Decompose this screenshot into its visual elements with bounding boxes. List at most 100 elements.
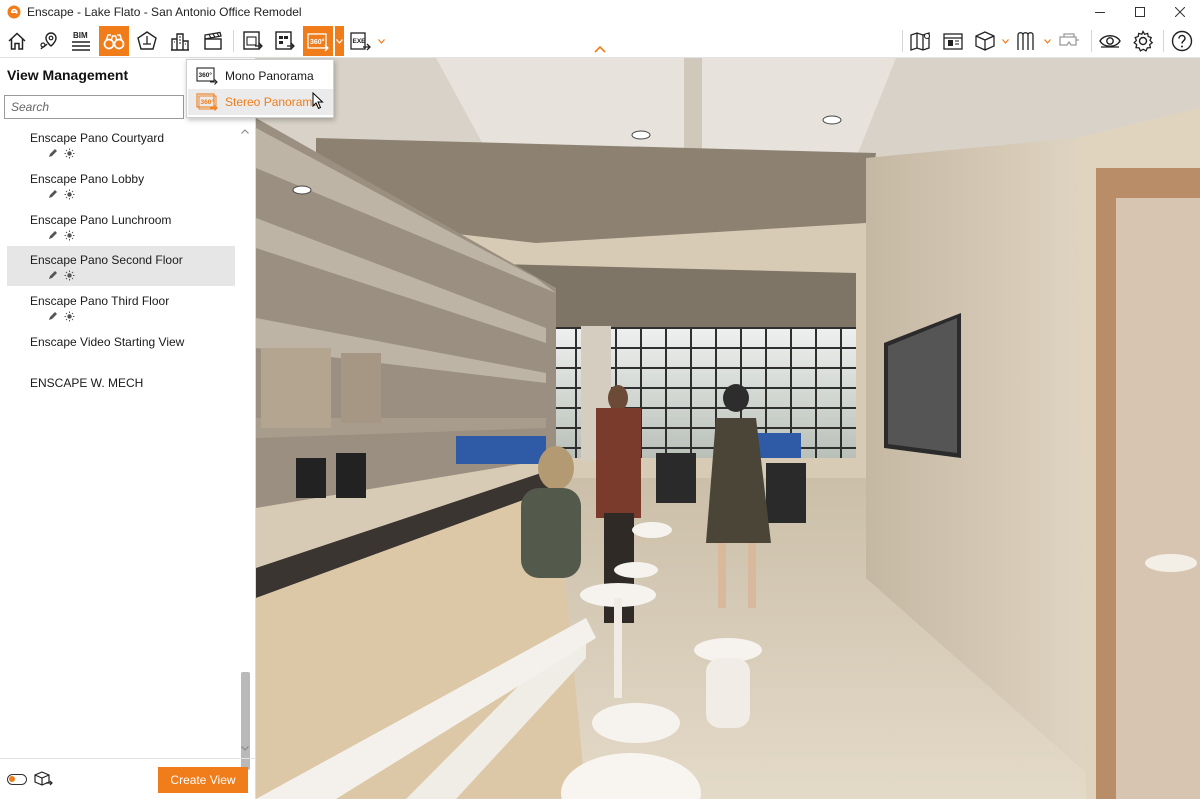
export-icon: EXE bbox=[350, 32, 371, 51]
map-button[interactable] bbox=[906, 26, 936, 56]
maximize-button[interactable] bbox=[1120, 0, 1160, 24]
view-item-label: Enscape Pano Courtyard bbox=[30, 131, 165, 145]
mono-panorama-label: Mono Panorama bbox=[225, 69, 314, 83]
eye-icon bbox=[1099, 35, 1121, 48]
mouse-cursor-icon bbox=[312, 92, 324, 110]
sun-icon[interactable] bbox=[64, 270, 75, 281]
mono-panorama-option[interactable]: 360° Mono Panorama bbox=[188, 63, 333, 89]
clipboard-button[interactable] bbox=[938, 26, 968, 56]
view-item-label: Enscape Pano Second Floor bbox=[30, 253, 183, 267]
svg-text:360°: 360° bbox=[201, 98, 215, 106]
view-list-scrollbar[interactable] bbox=[238, 124, 252, 770]
pencil-icon[interactable] bbox=[48, 230, 58, 240]
chevron-down-icon bbox=[378, 38, 385, 44]
view-management-panel: View Management Enscape Pano Courtyard E… bbox=[0, 58, 256, 799]
video-editor-icon bbox=[204, 31, 222, 50]
toolbar-separator bbox=[902, 30, 903, 52]
material-dropdown-caret[interactable] bbox=[1043, 26, 1052, 56]
home-icon bbox=[8, 32, 26, 50]
home-button[interactable] bbox=[2, 26, 32, 56]
view-item[interactable]: Enscape Pano Courtyard bbox=[7, 124, 235, 164]
view-item[interactable]: Enscape Pano Lunchroom bbox=[7, 206, 235, 246]
toolbar-separator bbox=[1091, 30, 1092, 52]
bim-icon: BIM bbox=[72, 31, 90, 51]
chevron-down-icon bbox=[1044, 38, 1051, 44]
view-item-selected[interactable]: Enscape Pano Second Floor bbox=[7, 246, 235, 286]
view-list: Enscape Pano Courtyard Enscape Pano Lobb… bbox=[0, 124, 238, 756]
clipboard-icon bbox=[943, 33, 963, 50]
panel-title: View Management bbox=[7, 67, 129, 83]
video-editor-button[interactable] bbox=[198, 26, 228, 56]
screenshot-icon bbox=[243, 31, 263, 50]
location-button[interactable] bbox=[34, 26, 64, 56]
settings-button[interactable] bbox=[1128, 26, 1158, 56]
stereo-panorama-icon: 360° bbox=[196, 93, 218, 111]
create-view-button[interactable]: Create View bbox=[158, 767, 248, 793]
scrollbar-thumb[interactable] bbox=[241, 672, 250, 770]
panorama-dropdown-caret[interactable] bbox=[335, 26, 344, 56]
view-item-label: Enscape Video Starting View bbox=[30, 335, 185, 349]
toolbar-separator bbox=[233, 30, 234, 52]
export-dropdown-caret[interactable] bbox=[377, 26, 386, 56]
asset-library-icon bbox=[171, 33, 189, 51]
search-input[interactable] bbox=[4, 95, 184, 119]
toggle-knob bbox=[9, 776, 15, 782]
pencil-icon[interactable] bbox=[48, 189, 58, 199]
bim-button[interactable]: BIM bbox=[66, 26, 96, 56]
collapse-toolbar-chevron-icon[interactable] bbox=[593, 44, 607, 54]
material-button[interactable] bbox=[1012, 26, 1042, 56]
asset-library-button[interactable] bbox=[165, 26, 195, 56]
view-item-label: Enscape Pano Third Floor bbox=[30, 294, 170, 308]
export-button[interactable]: EXE bbox=[346, 26, 376, 56]
material-icon bbox=[1017, 32, 1034, 50]
scroll-down-arrow[interactable] bbox=[240, 743, 250, 753]
panorama-button[interactable]: 360° bbox=[303, 26, 333, 56]
vr-headset-button[interactable] bbox=[1054, 26, 1084, 56]
help-button[interactable] bbox=[1167, 26, 1197, 56]
scroll-up-arrow[interactable] bbox=[240, 126, 250, 136]
view-item-label: Enscape Pano Lobby bbox=[30, 172, 145, 186]
chevron-up-icon bbox=[241, 128, 249, 134]
cube-dropdown-caret[interactable] bbox=[1001, 26, 1010, 56]
window-title: Enscape - Lake Flato - San Antonio Offic… bbox=[27, 5, 302, 19]
pencil-icon[interactable] bbox=[48, 270, 58, 280]
visual-settings-button[interactable] bbox=[1095, 26, 1125, 56]
help-icon bbox=[1171, 30, 1193, 52]
binoculars-icon bbox=[103, 34, 125, 50]
panel-footer: Create View bbox=[0, 758, 256, 799]
view-item[interactable]: Enscape Pano Lobby bbox=[7, 165, 235, 205]
sun-icon[interactable] bbox=[64, 230, 75, 241]
chevron-down-icon bbox=[1002, 38, 1009, 44]
sun-icon[interactable] bbox=[64, 148, 75, 159]
minimize-button[interactable] bbox=[1080, 0, 1120, 24]
view-item[interactable]: Enscape Pano Third Floor bbox=[7, 287, 235, 327]
stereo-panorama-label: Stereo Panorama bbox=[225, 95, 320, 109]
export-views-icon[interactable] bbox=[33, 770, 53, 788]
pencil-icon[interactable] bbox=[48, 311, 58, 321]
views-button[interactable] bbox=[99, 26, 129, 56]
map-icon bbox=[910, 32, 931, 51]
screenshot-button[interactable] bbox=[238, 26, 268, 56]
view-item[interactable]: Enscape Video Starting View bbox=[7, 328, 235, 368]
mono-panorama-icon: 360° bbox=[196, 67, 218, 85]
panorama-icon: 360° bbox=[307, 33, 329, 52]
sun-icon[interactable] bbox=[64, 189, 75, 200]
batch-render-button[interactable] bbox=[270, 26, 300, 56]
batch-render-icon bbox=[275, 31, 295, 50]
sun-icon[interactable] bbox=[64, 311, 75, 322]
location-pin-icon bbox=[40, 32, 57, 50]
svg-text:360°: 360° bbox=[310, 38, 325, 46]
atmosphere-button[interactable] bbox=[132, 26, 162, 56]
view-item[interactable]: ENSCAPE W. MECH bbox=[7, 369, 235, 409]
svg-text:360°: 360° bbox=[199, 71, 213, 79]
chevron-down-icon bbox=[241, 745, 249, 751]
cube-button[interactable] bbox=[970, 26, 1000, 56]
view-toggle-switch[interactable] bbox=[7, 774, 27, 785]
render-viewport[interactable] bbox=[256, 58, 1200, 799]
close-button[interactable] bbox=[1160, 0, 1200, 24]
vr-headset-icon bbox=[1059, 33, 1079, 46]
enscape-logo-icon bbox=[7, 5, 21, 19]
minimize-icon bbox=[1095, 12, 1105, 13]
pencil-icon[interactable] bbox=[48, 148, 58, 158]
svg-text:BIM: BIM bbox=[73, 31, 88, 40]
